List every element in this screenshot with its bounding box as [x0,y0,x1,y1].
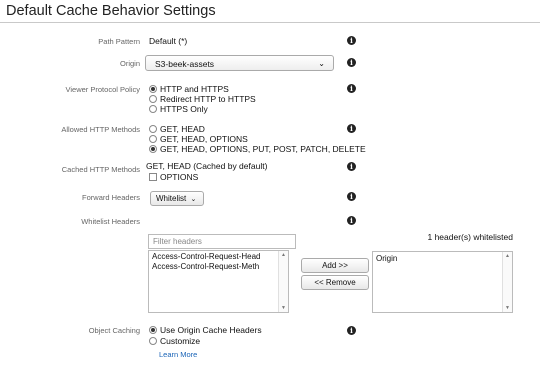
filter-headers-input[interactable]: Filter headers [148,234,296,249]
whitelisted-headers-list[interactable]: Origin ▲ ▼ [372,251,513,313]
remove-header-button[interactable]: << Remove [301,275,369,290]
list-item[interactable]: Origin [373,254,512,264]
radio-button[interactable] [149,95,157,103]
cached-methods-value: GET, HEAD (Cached by default) [146,161,268,171]
viewer-protocol-label: Viewer Protocol Policy [65,85,140,94]
whitelist-headers-label: Whitelist Headers [81,217,140,226]
title-divider [0,22,540,23]
learn-more-link[interactable]: Learn More [159,350,197,359]
allowed-methods-label: Allowed HTTP Methods [61,125,140,134]
chevron-down-icon: ⌄ [190,196,197,203]
radio-label: Use Origin Cache Headers [160,325,262,335]
radio-button[interactable] [149,105,157,113]
scroll-up-arrow-icon[interactable]: ▲ [505,253,510,259]
scroll-down-arrow-icon[interactable]: ▼ [505,305,510,311]
cached-methods-label: Cached HTTP Methods [61,165,140,174]
radio-label: Customize [160,336,201,346]
viewer-protocol-option[interactable]: HTTPS Only [149,104,208,114]
radio-label: GET, HEAD [160,124,205,134]
allowed-methods-option[interactable]: GET, HEAD, OPTIONS [149,134,248,144]
radio-button[interactable] [149,135,157,143]
scrollbar[interactable]: ▲ ▼ [502,252,512,312]
list-item[interactable]: Access-Control-Request-Meth [149,262,288,272]
radio-label: HTTP and HTTPS [160,84,229,94]
radio-button[interactable] [149,85,157,93]
chevron-down-icon: ⌄ [318,59,325,68]
add-header-button[interactable]: Add >> [301,258,369,273]
radio-button[interactable] [149,125,157,133]
options-checkbox[interactable] [149,173,157,181]
origin-select[interactable]: S3-beek-assets ⌄ [145,55,334,71]
info-icon[interactable]: i [347,216,356,225]
allowed-methods-option[interactable]: GET, HEAD [149,124,205,134]
path-pattern-label: Path Pattern [98,37,140,46]
object-caching-label: Object Caching [88,326,140,335]
origin-label: Origin [119,59,140,68]
viewer-protocol-option[interactable]: Redirect HTTP to HTTPS [149,94,256,104]
radio-button[interactable] [149,145,157,153]
page-title: Default Cache Behavior Settings [6,3,216,19]
forward-headers-label: Forward Headers [82,193,140,202]
info-icon[interactable]: i [347,124,356,133]
forward-headers-select[interactable]: Whitelist ⌄ [150,191,204,206]
info-icon[interactable]: i [347,84,356,93]
object-caching-option[interactable]: Customize [149,336,200,346]
scroll-up-arrow-icon[interactable]: ▲ [281,252,286,258]
info-icon[interactable]: i [347,58,356,67]
allowed-methods-option[interactable]: GET, HEAD, OPTIONS, PUT, POST, PATCH, DE… [149,144,366,154]
scroll-down-arrow-icon[interactable]: ▼ [281,305,286,311]
whitelisted-count: 1 header(s) whitelisted [427,232,513,242]
info-icon[interactable]: i [347,326,356,335]
info-icon[interactable]: i [347,162,356,171]
checkbox-label: OPTIONS [160,172,199,182]
viewer-protocol-option[interactable]: HTTP and HTTPS [149,84,229,94]
origin-select-value: S3-beek-assets [155,59,215,69]
cached-options-checkbox-row[interactable]: OPTIONS [149,172,198,182]
radio-button[interactable] [149,337,157,345]
info-icon[interactable]: i [347,36,356,45]
info-icon[interactable]: i [347,192,356,201]
radio-label: Redirect HTTP to HTTPS [160,94,256,104]
radio-label: HTTPS Only [160,104,208,114]
radio-button[interactable] [149,326,157,334]
filter-headers-placeholder: Filter headers [153,237,202,246]
available-headers-list[interactable]: Access-Control-Request-Head Access-Contr… [148,250,289,313]
radio-label: GET, HEAD, OPTIONS, PUT, POST, PATCH, DE… [160,144,366,154]
scrollbar[interactable]: ▲ ▼ [278,251,288,312]
path-pattern-value: Default (*) [149,36,188,46]
radio-label: GET, HEAD, OPTIONS [160,134,248,144]
list-item[interactable]: Access-Control-Request-Head [149,252,288,262]
forward-headers-value: Whitelist [156,194,187,203]
object-caching-option[interactable]: Use Origin Cache Headers [149,325,262,335]
